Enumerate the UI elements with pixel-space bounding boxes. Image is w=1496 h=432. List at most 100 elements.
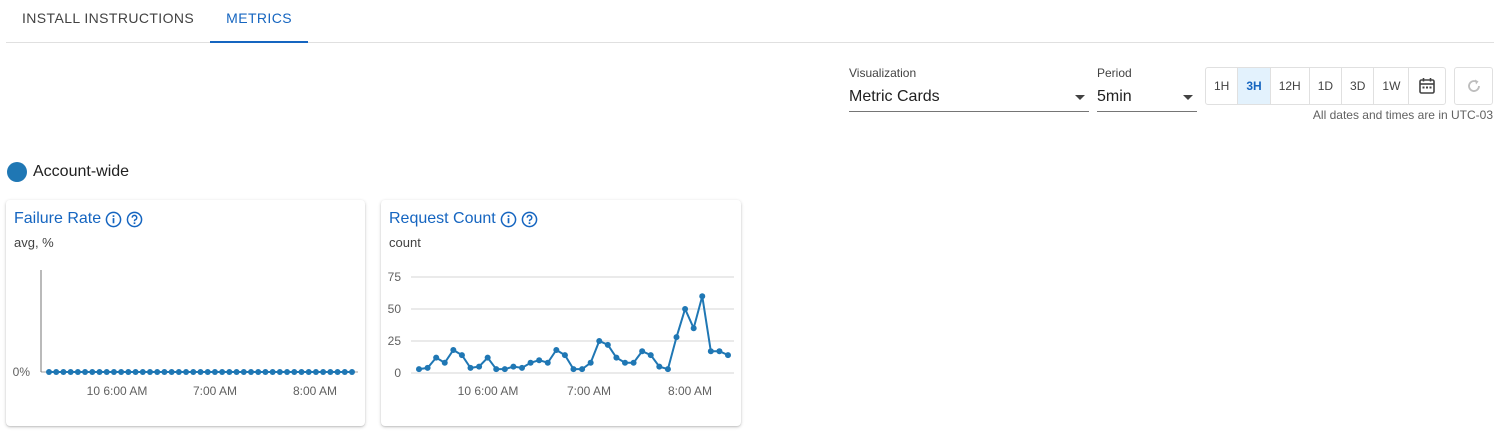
data-point bbox=[147, 369, 153, 375]
request-count-card: 0 25 50 75 10 6:00 AM 7:00 AM 8:00 AM Request … bbox=[381, 200, 741, 426]
visualization-select[interactable]: Visualization Metric Cards bbox=[849, 64, 1089, 112]
data-point bbox=[450, 346, 457, 353]
data-point bbox=[226, 369, 233, 375]
help-icon[interactable] bbox=[521, 211, 538, 228]
data-point bbox=[424, 364, 431, 371]
calendar-icon bbox=[1419, 78, 1436, 94]
timezone-note: All dates and times are in UTC-03 bbox=[1312, 108, 1493, 122]
data-point bbox=[96, 369, 103, 375]
data-point bbox=[656, 363, 663, 370]
data-point bbox=[183, 369, 190, 375]
x-tick-label: 8:00 AM bbox=[668, 384, 712, 398]
range-12h-button[interactable]: 12H bbox=[1271, 68, 1310, 104]
data-point bbox=[690, 325, 697, 332]
failure-rate-title-text[interactable]: Failure Rate bbox=[14, 210, 101, 228]
info-icon[interactable] bbox=[500, 211, 517, 228]
data-point bbox=[334, 369, 341, 375]
period-select[interactable]: Period 5min bbox=[1097, 64, 1197, 112]
data-point bbox=[561, 352, 568, 359]
info-icon[interactable] bbox=[105, 211, 122, 228]
data-point bbox=[262, 369, 269, 375]
data-point bbox=[579, 366, 586, 373]
data-point bbox=[433, 354, 440, 361]
period-value: 5min bbox=[1097, 88, 1132, 105]
data-point bbox=[53, 369, 60, 375]
data-point bbox=[219, 369, 226, 375]
range-1h-button[interactable]: 1H bbox=[1206, 68, 1239, 104]
data-point bbox=[276, 369, 283, 375]
y-tick-label: 0% bbox=[13, 365, 31, 379]
data-point bbox=[441, 359, 448, 366]
y-tick-label: 50 bbox=[388, 302, 402, 316]
visualization-label: Visualization bbox=[849, 66, 917, 80]
calendar-button[interactable] bbox=[1409, 68, 1445, 104]
data-point bbox=[233, 369, 240, 375]
x-tick-label: 10 6:00 AM bbox=[87, 384, 148, 398]
data-point bbox=[312, 369, 319, 375]
help-icon[interactable] bbox=[126, 211, 143, 228]
data-point bbox=[132, 369, 139, 375]
data-point bbox=[320, 369, 327, 375]
series-line bbox=[418, 295, 729, 371]
x-tick-label: 7:00 AM bbox=[567, 384, 611, 398]
y-tick-label: 0 bbox=[394, 366, 401, 380]
range-1d-button[interactable]: 1D bbox=[1310, 68, 1343, 104]
data-point bbox=[707, 348, 714, 355]
range-3d-button[interactable]: 3D bbox=[1342, 68, 1375, 104]
data-point bbox=[587, 359, 594, 366]
data-point bbox=[596, 338, 603, 344]
data-point bbox=[46, 369, 52, 375]
data-point bbox=[82, 369, 89, 375]
data-point bbox=[699, 293, 706, 300]
data-point bbox=[327, 369, 334, 375]
range-1w-button[interactable]: 1W bbox=[1374, 68, 1410, 104]
range-3h-button[interactable]: 3H bbox=[1238, 68, 1271, 104]
data-point bbox=[341, 369, 348, 375]
data-point bbox=[527, 359, 534, 366]
data-point bbox=[349, 369, 355, 375]
data-point bbox=[139, 369, 146, 375]
refresh-button[interactable] bbox=[1454, 67, 1493, 105]
y-tick-label: 75 bbox=[388, 270, 402, 284]
data-point bbox=[168, 369, 175, 375]
failure-rate-chart: 0% 10 6:00 AM 7:00 AM 8:00 AM bbox=[13, 270, 358, 398]
data-point bbox=[484, 354, 491, 361]
data-point bbox=[110, 369, 117, 375]
data-point bbox=[510, 363, 517, 370]
data-point bbox=[544, 359, 551, 366]
data-point bbox=[255, 369, 262, 375]
data-point bbox=[161, 369, 168, 375]
data-point bbox=[118, 369, 125, 375]
data-point bbox=[204, 369, 211, 375]
data-point bbox=[725, 352, 731, 359]
data-point bbox=[416, 366, 422, 373]
data-point bbox=[125, 369, 132, 375]
data-point bbox=[197, 369, 204, 375]
data-point bbox=[175, 369, 182, 375]
period-field[interactable]: 5min bbox=[1097, 82, 1197, 112]
visualization-field[interactable]: Metric Cards bbox=[849, 82, 1089, 112]
chevron-down-icon bbox=[1075, 95, 1085, 100]
data-point bbox=[536, 357, 543, 364]
x-tick-label: 10 6:00 AM bbox=[458, 384, 519, 398]
data-point bbox=[154, 369, 161, 375]
tab-install-instructions[interactable]: INSTALL INSTRUCTIONS bbox=[6, 0, 210, 42]
scope-color-dot bbox=[7, 162, 27, 182]
data-point bbox=[519, 364, 525, 371]
data-point bbox=[89, 369, 96, 375]
data-point bbox=[291, 369, 298, 375]
data-point bbox=[211, 369, 218, 375]
failure-rate-card: 0% 10 6:00 AM 7:00 AM 8:00 AM Failure Rate … bbox=[6, 200, 365, 426]
x-tick-label: 7:00 AM bbox=[193, 384, 237, 398]
data-point bbox=[501, 366, 508, 373]
refresh-icon bbox=[1467, 79, 1480, 92]
tab-metrics[interactable]: METRICS bbox=[210, 0, 308, 43]
data-point bbox=[570, 366, 577, 373]
data-point bbox=[630, 359, 637, 366]
time-range-group: 1H 3H 12H 1D 3D 1W bbox=[1205, 67, 1447, 105]
request-count-unit: count bbox=[389, 235, 421, 250]
scope-header: Account-wide bbox=[7, 162, 129, 182]
chevron-down-icon bbox=[1183, 95, 1193, 100]
request-count-title-text[interactable]: Request Count bbox=[389, 210, 496, 228]
data-point bbox=[458, 352, 465, 359]
